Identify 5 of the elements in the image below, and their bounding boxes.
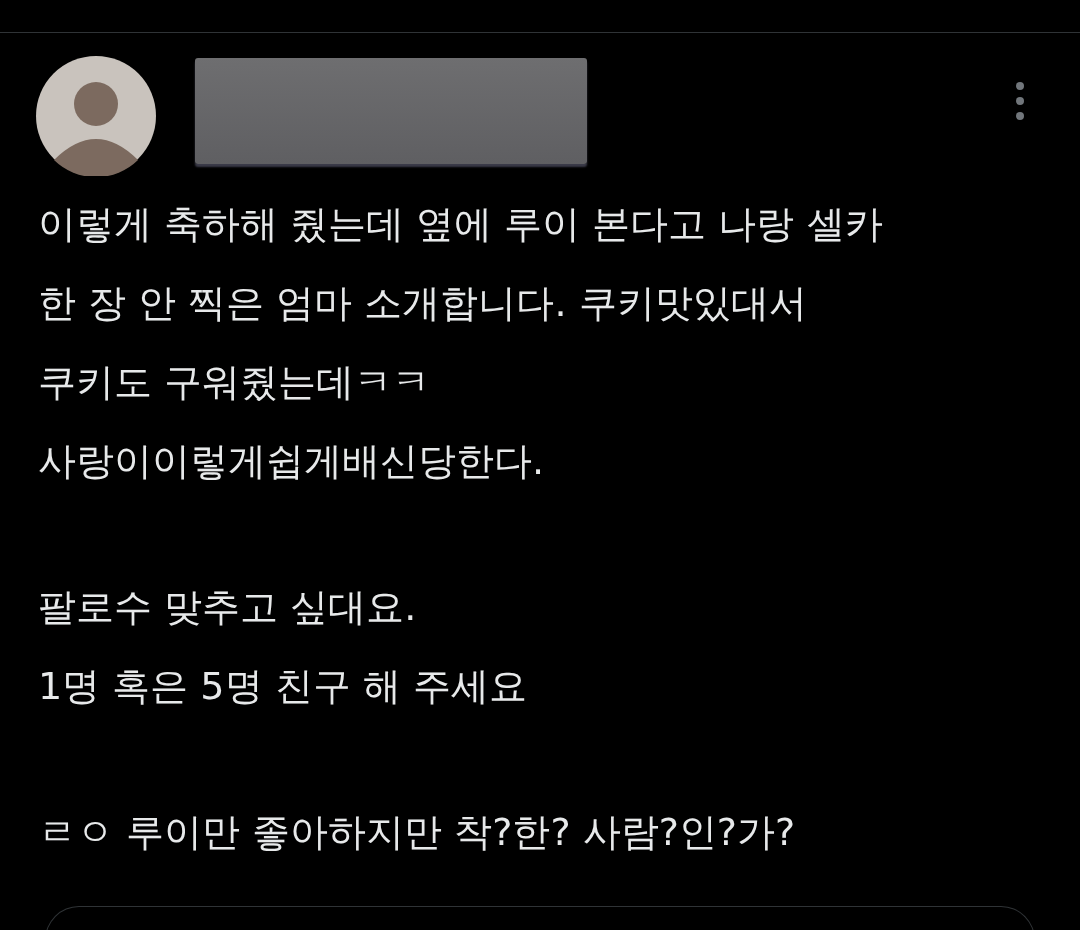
avatar[interactable] [36,56,156,176]
more-icon[interactable] [1015,81,1025,121]
post-text: ㄹㅇ 루이만 좋아하지만 착?한? 사람?인?가? [38,809,797,856]
post-text: 이렇게 축하해 줬는데 옆에 루이 본다고 나랑 셀카 한 장 안 찍은 엄마 소개합니다. 쿠키맛있대서 쿠키도 구워줬는데ㅋㅋ 사랑이이렇게쉽게배신당한다. [38,201,884,485]
post-text: 팔로수 맞추고 싶대요. 1명 혹은 5명 친구 해 주세요 [38,584,528,710]
